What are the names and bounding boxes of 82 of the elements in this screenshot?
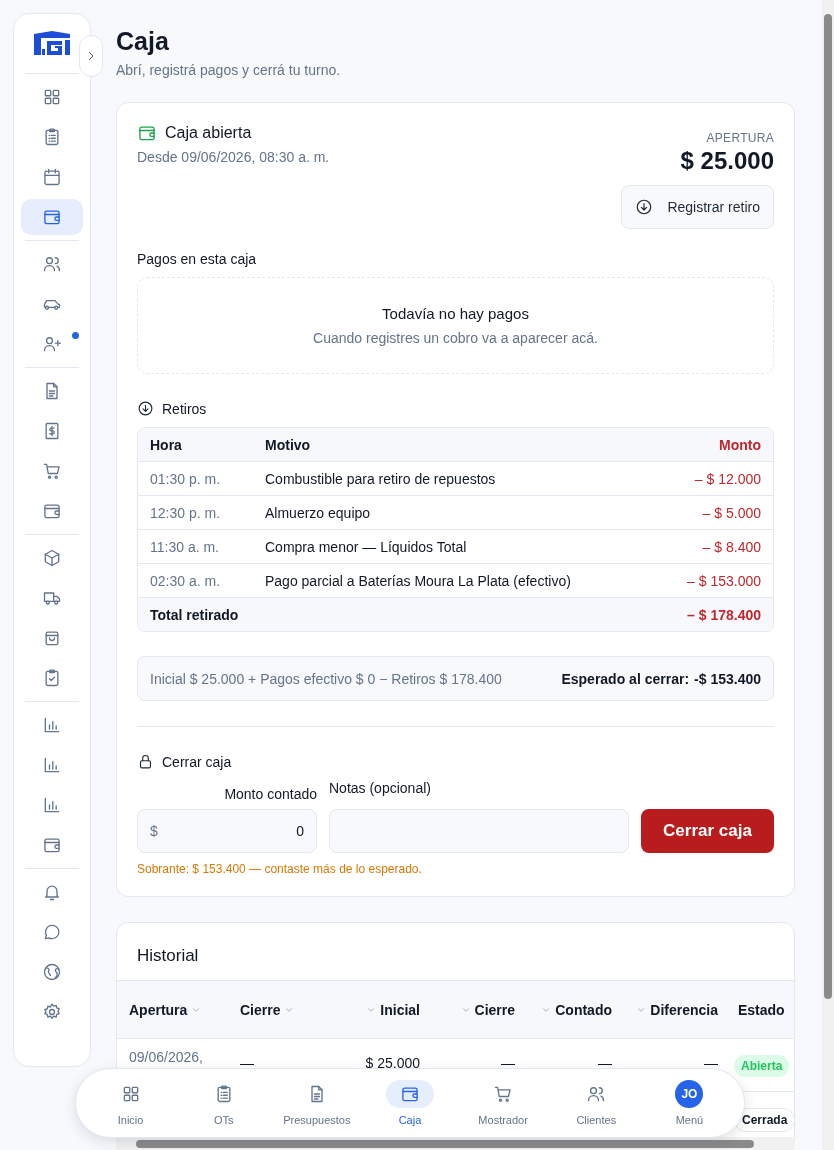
table-cell-text: Combustible para retiro de repuestos — [265, 470, 497, 487]
expected-value: -$ 153.400 — [694, 670, 761, 687]
calendar-icon — [42, 167, 62, 187]
table-cell-text: 09/06/2026, — [129, 1048, 203, 1067]
nav-tab[interactable]: Clientes — [551, 1080, 642, 1126]
table-cell-text: – $ 12.000 — [693, 470, 761, 487]
section-heading: Retiros — [162, 400, 207, 417]
card-title: Historial — [136, 945, 200, 967]
lock-icon — [137, 753, 154, 770]
nav-tab[interactable]: OTs — [178, 1080, 269, 1126]
field-label: Notas (opcional) — [329, 780, 432, 796]
chat-icon — [42, 922, 62, 942]
cart-icon — [493, 1084, 514, 1104]
section-heading: Cerrar caja — [162, 753, 232, 770]
column-header[interactable]: Cierre — [428, 1001, 523, 1018]
globe-icon — [42, 962, 62, 982]
nav-tab[interactable]: Caja — [365, 1080, 455, 1126]
bar-chart-icon — [42, 715, 62, 735]
surplus-message: Sobrante: $ 153.400 — contaste más de lo esperado. — [137, 862, 423, 876]
register-withdrawal-button[interactable]: Registrar retiro — [621, 185, 774, 229]
opened-since: Desde 09/06/2026, 08:30 a. m. — [137, 149, 330, 165]
table-cell: — — [704, 1055, 718, 1071]
table-cell-text: – $ 5.000 — [701, 504, 761, 521]
notification-dot — [72, 332, 79, 339]
table-cell-text: – $ 8.400 — [701, 538, 761, 555]
total-label: Total retirado — [150, 606, 240, 623]
status-title: Caja abierta — [165, 124, 252, 142]
table-cell-text: 11:30 a. m. — [150, 538, 220, 555]
vertical-scrollbar[interactable] — [822, 0, 834, 1150]
users-icon — [42, 254, 62, 274]
box-icon — [42, 548, 62, 568]
column-header: Motivo — [265, 436, 312, 453]
nav-tab[interactable]: Mostrador — [458, 1080, 549, 1126]
user-avatar: JO — [675, 1080, 704, 1108]
status-badge: Abierta — [734, 1055, 790, 1077]
arrow-down-circle-icon — [635, 198, 654, 216]
table-cell-text: Almuerzo equipo — [265, 504, 372, 521]
table-cell: — — [501, 1055, 515, 1071]
page-subtitle: Abrí, registrá pagos y cerrá tu turno. — [116, 62, 342, 78]
table-cell: — — [240, 1055, 254, 1071]
logo-icon — [32, 30, 72, 56]
opening-amount: $ 25.000 — [680, 147, 774, 175]
users-icon — [586, 1084, 607, 1104]
table-cell: $ 25.000 — [365, 1055, 420, 1071]
column-header[interactable]: Diferencia — [620, 1001, 726, 1018]
column-header[interactable]: Apertura — [117, 1001, 228, 1018]
grid-icon — [42, 87, 62, 107]
summary-formula: Inicial $ 25.000 + Pagos efectivo $ 0 − Retiros $ 178.400 — [150, 670, 502, 687]
user-plus-icon — [42, 334, 62, 354]
expected-label: Esperado al cerrar: — [561, 670, 690, 687]
empty-state-text: Cuando registres un cobro va a aparecer acá. — [313, 330, 598, 346]
counted-amount-field[interactable]: $ 0 — [137, 809, 317, 853]
table-cell-text: Compra menor — Líquidos Total — [265, 538, 468, 555]
column-header[interactable]: Inicial — [333, 1001, 428, 1018]
total-amount: – $ 178.400 — [686, 606, 761, 623]
table-cell-text: 02:30 a. m. — [150, 572, 222, 589]
settings-icon — [42, 1002, 62, 1022]
opening-label: APERTURA — [706, 131, 774, 145]
page-title: Caja — [116, 26, 170, 56]
nav-tab[interactable]: JO Menú — [644, 1080, 735, 1126]
nav-tab[interactable]: Inicio — [85, 1080, 176, 1126]
table-cell-text: Pago parcial a Baterías Moura La Plata (efectivo) — [265, 572, 572, 589]
column-header: Hora — [150, 436, 183, 453]
empty-state-title: Todavía no hay pagos — [382, 305, 529, 322]
bar-chart-icon — [42, 795, 62, 815]
field-label: Monto contado — [223, 786, 317, 802]
table-cell: — — [598, 1055, 612, 1071]
notes-field[interactable] — [329, 809, 629, 853]
arrow-down-circle-icon — [137, 400, 154, 417]
cart-icon — [42, 461, 62, 481]
section-heading: Pagos en esta caja — [137, 251, 258, 267]
column-header[interactable]: Contado — [523, 1001, 620, 1018]
column-header[interactable]: Estado — [726, 1001, 794, 1018]
nav-tab[interactable]: Presupuestos — [271, 1080, 362, 1126]
column-header[interactable]: Cierre — [228, 1001, 333, 1018]
table-cell-text: 12:30 p. m. — [150, 504, 222, 521]
close-register-button[interactable]: Cerrar caja — [641, 809, 774, 853]
bar-chart-icon — [42, 755, 62, 775]
table-cell-text: 01:30 p. m. — [150, 470, 222, 487]
sidebar-item[interactable] — [21, 199, 83, 235]
column-header: Monto — [718, 436, 761, 453]
table-cell-text: – $ 153.000 — [686, 572, 761, 589]
